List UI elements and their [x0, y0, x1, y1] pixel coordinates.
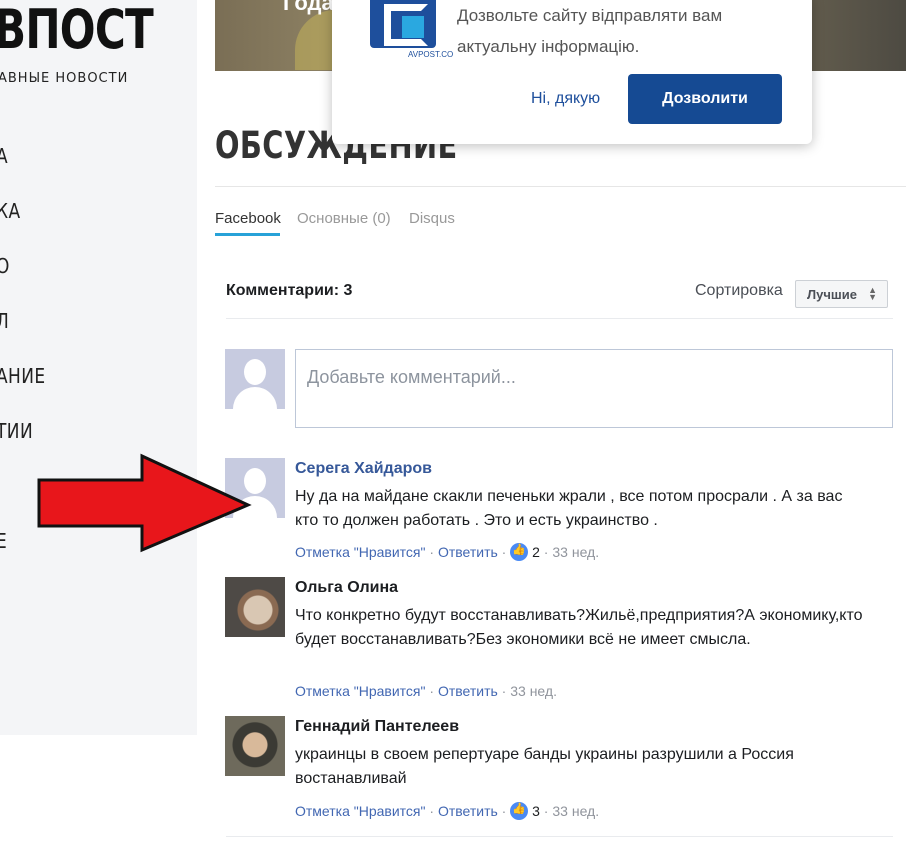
site-logo-icon: AVPOST.CO [370, 0, 453, 59]
site-logo[interactable]: ВПОСТ [0, 0, 154, 61]
sidebar-nav-item[interactable]: АНИЕ [0, 364, 46, 388]
comment-text: Ну да на майдане скакли печеньки жрали ,… [295, 488, 843, 529]
popup-logo-text: AVPOST.CO [408, 50, 454, 59]
logo-mark [370, 0, 436, 48]
arrow-shape [37, 453, 252, 553]
reply-link[interactable]: Ответить [438, 683, 498, 699]
sidebar: ВПОСТ АВНЫЕ НОВОСТИ А КА О Л АНИЕ ТИИ Е [0, 0, 197, 735]
tab-disqus[interactable]: Disqus [409, 210, 455, 227]
divider [215, 186, 906, 187]
sidebar-nav-item[interactable]: А [0, 144, 8, 168]
reply-link[interactable]: Ответить [438, 803, 498, 819]
avatar[interactable] [225, 716, 285, 776]
comment-actions: Отметка "Нравится" · Ответить · 2 · 33 н… [295, 543, 599, 561]
comment-input[interactable]: Добавьте комментарий... [295, 349, 893, 428]
comment-time[interactable]: 33 нед. [552, 544, 599, 560]
comments-count: Комментарии: 3 [226, 282, 353, 299]
current-user-avatar [225, 349, 285, 409]
comment-time[interactable]: 33 нед. [552, 803, 599, 819]
comment-text: Что конкретно будут восстанавливать?Жиль… [295, 607, 863, 648]
site-tagline: АВНЫЕ НОВОСТИ [0, 71, 129, 86]
red-arrow-annotation [37, 453, 252, 553]
tab-facebook[interactable]: Facebook [215, 210, 281, 227]
divider [226, 318, 893, 319]
active-tab-indicator [215, 233, 280, 236]
like-link[interactable]: Отметка "Нравится" [295, 683, 425, 699]
comment-actions: Отметка "Нравится" · Ответить · 33 нед. [295, 683, 557, 699]
like-link[interactable]: Отметка "Нравится" [295, 803, 425, 819]
notification-permission-popup: AVPOST.CO Дозвольте сайту відправляти ва… [332, 0, 812, 144]
sidebar-nav-item[interactable]: О [0, 254, 10, 278]
like-count: 3 [532, 803, 540, 819]
comment-text: украинцы в своем репертуаре банды украин… [295, 746, 794, 787]
popup-message: Дозвольте сайту відправляти вам актуальн… [457, 6, 723, 56]
comment-author[interactable]: Ольга Олина [295, 579, 398, 597]
sort-select[interactable]: Лучшие ▲ ▼ [795, 280, 888, 308]
sort-selected-value: Лучшие [807, 287, 857, 302]
allow-button[interactable]: Дозволити [628, 74, 782, 124]
comment-author[interactable]: Геннадий Пантелеев [295, 718, 459, 736]
sort-label: Сортировка [695, 282, 783, 299]
hero-caption: Года [283, 0, 334, 15]
tab-main[interactable]: Основные (0) [297, 210, 391, 227]
like-thumb-icon [510, 543, 529, 561]
sidebar-nav-item[interactable]: КА [0, 199, 21, 223]
comment-time[interactable]: 33 нед. [510, 683, 557, 699]
sidebar-nav-item[interactable]: Е [0, 529, 7, 553]
sidebar-nav-item[interactable]: ТИИ [0, 419, 33, 443]
reply-link[interactable]: Ответить [438, 544, 498, 560]
like-link[interactable]: Отметка "Нравится" [295, 544, 425, 560]
decline-button[interactable]: Ні, дякую [531, 90, 600, 108]
select-arrows-icon: ▲ ▼ [868, 285, 877, 302]
sidebar-nav-item[interactable]: Л [0, 309, 9, 333]
comment-actions: Отметка "Нравится" · Ответить · 3 · 33 н… [295, 802, 599, 820]
like-thumb-icon [510, 802, 529, 820]
like-count: 2 [532, 544, 540, 560]
avatar[interactable] [225, 577, 285, 637]
comment-author[interactable]: Серега Хайдаров [295, 460, 432, 478]
divider [226, 836, 893, 837]
